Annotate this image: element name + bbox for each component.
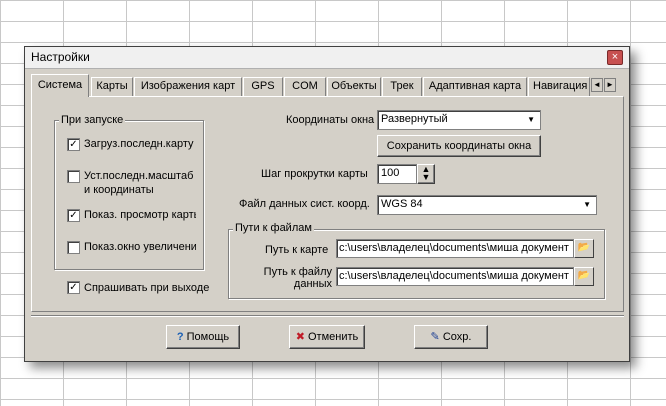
title-bar[interactable]: Настройки × (25, 47, 629, 69)
window-coords-label: Координаты окна (286, 114, 375, 126)
tab-adaptivnaya-karta[interactable]: Адаптивная карта (423, 77, 527, 96)
set-last-scale-label: Уст.последн.масштаб и координаты (84, 170, 194, 196)
help-label: Помощь (186, 331, 230, 343)
tab-karty[interactable]: Карты (91, 77, 133, 96)
folder-open-icon[interactable]: 📂 (574, 267, 594, 286)
folder-open-icon[interactable]: 📂 (574, 239, 594, 258)
tab-com[interactable]: COM (284, 77, 326, 96)
datum-file-value: WGS 84 (381, 198, 423, 210)
settings-dialog: Настройки × Система Карты Изображения ка… (24, 46, 630, 362)
show-map-preview-checkbox[interactable]: ✓ (67, 209, 80, 222)
save-coords-button[interactable]: Сохранить координаты окна (377, 135, 541, 157)
scroll-step-label: Шаг прокрутки карты (261, 168, 368, 180)
save-button[interactable]: ✎ Сохр. (414, 325, 488, 349)
window-coords-value: Развернутый (381, 113, 448, 125)
tab-trek[interactable]: Трек (382, 77, 422, 96)
dialog-title: Настройки (31, 50, 90, 64)
tab-scroll-left-button[interactable]: ◄ (591, 78, 603, 92)
load-last-map-label: Загруз.последн.карту (84, 138, 194, 150)
help-icon: ? (176, 331, 184, 343)
tab-izobrazheniya-kart[interactable]: Изображения карт (134, 77, 242, 96)
cancel-label: Отменить (308, 331, 359, 343)
scroll-step-input[interactable]: 100 (377, 164, 417, 184)
data-path-label: Путь к файлу данных (263, 266, 332, 290)
tab-scroll-right-button[interactable]: ► (604, 78, 616, 92)
chevron-down-icon: ▼ (527, 115, 535, 124)
show-zoom-window-label: Показ.окно увеличения (84, 241, 196, 253)
ask-on-exit-checkbox[interactable]: ✓ (67, 281, 80, 294)
startup-group-title: При запуске (59, 114, 126, 126)
show-zoom-window-checkbox[interactable] (67, 241, 80, 254)
chevron-down-icon: ▼ (583, 200, 591, 209)
window-coords-select[interactable]: Развернутый ▼ (377, 110, 541, 130)
scroll-step-spinner[interactable]: ▲ ▼ (417, 164, 435, 184)
close-icon: ✖ (295, 331, 305, 343)
close-button[interactable]: × (607, 50, 623, 65)
data-path-input[interactable]: c:\users\владелец\documents\миша докумен… (336, 267, 574, 286)
tab-obekty[interactable]: Объекты (327, 77, 381, 96)
separator (31, 315, 624, 317)
datum-file-select[interactable]: WGS 84 ▼ (377, 195, 597, 215)
paths-group-title: Пути к файлам (233, 222, 314, 234)
help-button[interactable]: ? Помощь (166, 325, 240, 349)
map-path-input[interactable]: c:\users\владелец\documents\миша докумен… (336, 239, 574, 258)
map-path-label: Путь к карте (265, 244, 329, 256)
show-map-preview-label: Показ. просмотр карты (84, 209, 196, 221)
tab-sistema[interactable]: Система (31, 74, 89, 97)
save-icon: ✎ (430, 331, 440, 343)
tab-navigatsiya[interactable]: Навигация (528, 77, 590, 96)
ask-on-exit-label: Спрашивать при выходе (84, 282, 210, 294)
set-last-scale-checkbox[interactable] (67, 170, 80, 183)
cancel-button[interactable]: ✖ Отменить (289, 325, 365, 349)
load-last-map-checkbox[interactable]: ✓ (67, 138, 80, 151)
tab-gps[interactable]: GPS (243, 77, 283, 96)
datum-file-label: Файл данных сист. коорд. (239, 198, 370, 210)
save-label: Сохр. (442, 331, 472, 343)
